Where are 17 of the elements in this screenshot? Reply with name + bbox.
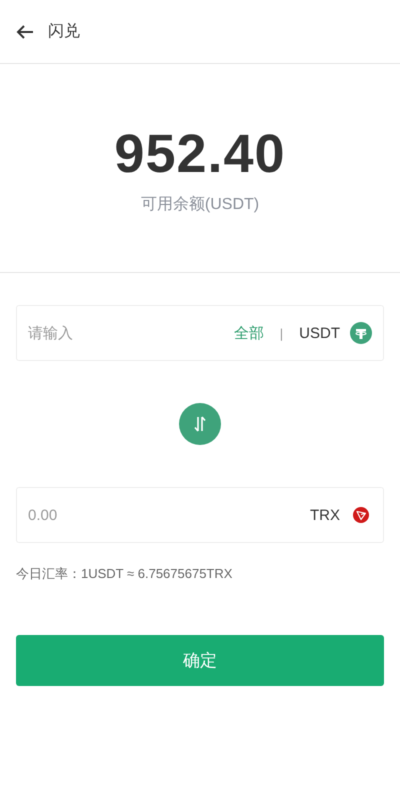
amount-input[interactable]: 0.00	[28, 506, 310, 524]
back-button[interactable]	[16, 24, 34, 38]
balance-amount: 952.40	[114, 124, 286, 184]
confirm-button[interactable]: 确定	[16, 635, 384, 686]
all-link[interactable]: 全部	[234, 324, 264, 342]
coin-icon	[350, 322, 372, 344]
separator: |	[280, 326, 284, 340]
currency-label: TRX	[310, 506, 340, 524]
amount-input[interactable]: 请输入	[28, 324, 234, 342]
page-title: 闪兑	[48, 22, 80, 42]
back-arrow-icon	[16, 24, 34, 38]
coin-icon	[353, 507, 369, 523]
exchange-rate-text: 今日汇率：1USDT ≈ 6.75675675TRX	[16, 565, 234, 583]
swap-button[interactable]	[179, 403, 221, 445]
balance-label: 可用余额(USDT)	[140, 194, 260, 215]
currency-label: USDT	[299, 324, 340, 342]
swap-arrows-icon	[194, 416, 206, 432]
